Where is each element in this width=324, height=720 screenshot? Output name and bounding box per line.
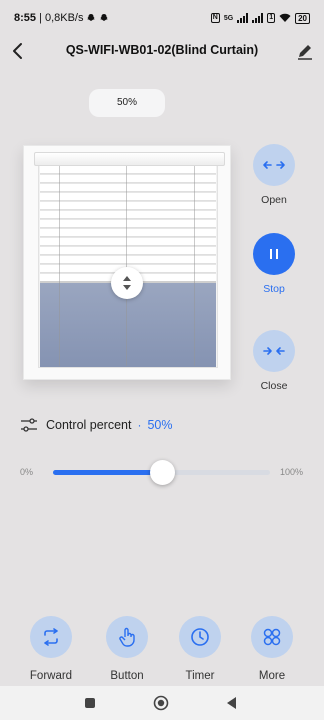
timer-circle[interactable]: [179, 616, 221, 658]
status-time: 8:55: [14, 12, 37, 24]
control-percent-separator: ·: [137, 418, 142, 432]
close-circle[interactable]: [253, 330, 295, 372]
tab-forward[interactable]: Forward: [19, 616, 83, 682]
wifi-icon: [279, 13, 291, 22]
position-pill: 50%: [89, 89, 165, 117]
swap-arrows-icon: [44, 628, 58, 646]
slider-min-label: 0%: [20, 467, 34, 477]
pause-icon: [270, 249, 278, 259]
back-triangle-icon[interactable]: [224, 695, 240, 711]
bottom-tab-bar: Forward Button Timer More: [0, 612, 324, 686]
more-circle[interactable]: [251, 616, 293, 658]
close-arrows-icon: [263, 347, 285, 355]
slider-max-label: 100%: [280, 467, 304, 477]
home-circle-icon[interactable]: [153, 695, 169, 711]
tab-button-label: Button: [110, 670, 144, 682]
tap-hand-icon: [119, 627, 135, 647]
blind-slats: [40, 166, 216, 283]
status-badge-nfc: N: [210, 13, 220, 23]
blind-window-illustration: [23, 145, 231, 380]
tab-forward-label: Forward: [29, 670, 73, 682]
blind-cord: [126, 166, 127, 366]
recents-square-icon[interactable]: [82, 695, 98, 711]
battery-icon: 20: [295, 12, 310, 24]
page-title: QS-WIFI-WB01-02(Blind Curtain): [65, 43, 259, 57]
grid-icon: [263, 628, 281, 646]
snapchat-icon: [87, 14, 96, 21]
control-percent-value: 50%: [147, 418, 173, 432]
open-arrows-icon: [263, 161, 285, 169]
slider-fill: [53, 470, 162, 475]
control-percent-label: Control percent: [46, 418, 132, 432]
clock-icon: [191, 628, 209, 646]
blind-cord: [194, 166, 195, 366]
blind-cord: [59, 166, 60, 366]
edit-pencil-icon[interactable]: [294, 40, 316, 62]
forward-circle[interactable]: [30, 616, 72, 658]
network-type: 5G: [223, 14, 234, 22]
stop-button[interactable]: Stop: [244, 233, 304, 295]
sliders-settings-icon: [21, 418, 37, 432]
percent-slider[interactable]: [53, 460, 270, 485]
header: QS-WIFI-WB01-02(Blind Curtain): [0, 36, 324, 66]
tab-timer[interactable]: Timer: [168, 616, 232, 682]
status-bar: 8:55 | 0,8KB/s N 5G 1 20: [0, 0, 324, 36]
tab-more-label: More: [258, 670, 286, 682]
open-button[interactable]: Open: [244, 144, 304, 206]
blind-drag-handle[interactable]: [111, 267, 143, 299]
close-label: Close: [260, 380, 288, 392]
tab-more[interactable]: More: [240, 616, 304, 682]
status-badge-sim: 1: [267, 13, 276, 23]
button-circle[interactable]: [106, 616, 148, 658]
snapchat-icon-2: [100, 14, 109, 21]
stop-circle[interactable]: [253, 233, 295, 275]
tab-timer-label: Timer: [185, 670, 215, 682]
control-percent-row: Control percent · 50%: [20, 415, 173, 435]
system-nav-bar: [0, 686, 324, 720]
signal-icon: [237, 13, 249, 23]
stop-label: Stop: [263, 283, 285, 295]
tab-button[interactable]: Button: [95, 616, 159, 682]
blind-headrail: [34, 152, 225, 166]
back-arrow-icon[interactable]: [8, 40, 30, 62]
signal-icon-2: [252, 13, 264, 23]
close-button[interactable]: Close: [244, 330, 304, 392]
open-label: Open: [261, 194, 287, 206]
status-network-speed: | 0,8KB/s: [39, 12, 84, 24]
open-circle[interactable]: [253, 144, 295, 186]
slider-thumb[interactable]: [150, 460, 175, 485]
up-down-arrows-icon: [123, 276, 131, 290]
